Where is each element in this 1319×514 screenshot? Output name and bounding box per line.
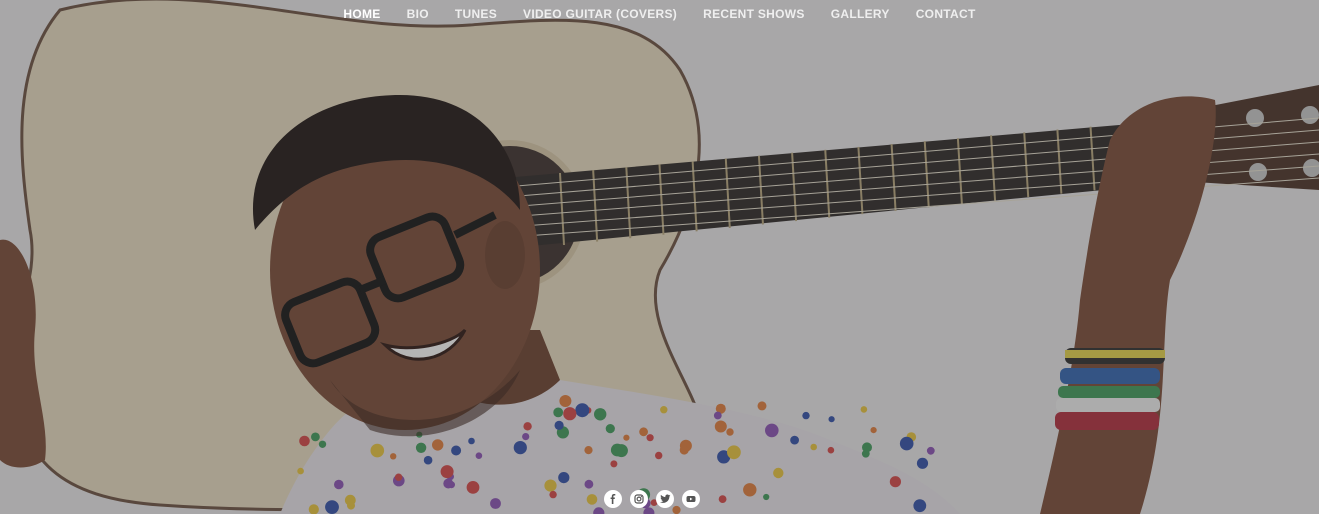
instagram-icon[interactable] xyxy=(630,490,648,508)
facebook-icon[interactable] xyxy=(604,490,622,508)
shirt-flower xyxy=(575,403,590,418)
nav-item-recent-shows[interactable]: RECENT SHOWS xyxy=(703,6,805,22)
shirt-flower xyxy=(584,446,593,455)
youtube-icon[interactable] xyxy=(682,490,700,508)
nav-item-video-guitar-covers[interactable]: VIDEO GUITAR (COVERS) xyxy=(523,6,677,22)
shirt-flower xyxy=(544,479,557,492)
shirt-flower xyxy=(466,481,480,494)
shirt-flower xyxy=(553,407,564,418)
shirt-flower xyxy=(415,442,427,453)
nav-item-bio[interactable]: BIO xyxy=(407,6,429,22)
shirt-flower xyxy=(451,445,462,456)
shirt-flower xyxy=(827,446,835,454)
shirt-flower xyxy=(334,479,344,490)
hero-image xyxy=(0,0,1319,514)
shirt-flower xyxy=(586,494,598,505)
shirt-flower xyxy=(523,422,532,431)
shirt-flower xyxy=(790,435,799,445)
social-links xyxy=(604,490,700,508)
shirt-flower xyxy=(757,401,767,411)
nav-item-gallery[interactable]: GALLERY xyxy=(831,6,890,22)
shirt-flower xyxy=(311,432,320,442)
hero-photo-illustration xyxy=(0,0,1319,514)
shirt-flower xyxy=(584,479,594,489)
shirt-flower xyxy=(443,478,454,489)
shirt-flower xyxy=(655,451,663,460)
shirt-flower xyxy=(727,445,741,460)
shirt-flower xyxy=(394,473,403,481)
shirt-flower xyxy=(554,420,564,430)
shirt-flower xyxy=(490,498,501,509)
shirt-flower xyxy=(646,434,654,442)
shirt-flower xyxy=(765,423,779,438)
shirt-flower xyxy=(440,465,454,479)
shirt-flower xyxy=(549,490,557,499)
main-navigation: HOME BIO TUNES VIDEO GUITAR (COVERS) REC… xyxy=(0,6,1319,22)
shirt-flower xyxy=(713,411,722,420)
shirt-flower xyxy=(559,395,572,407)
shirt-flower xyxy=(773,467,784,479)
shirt-flower xyxy=(763,493,770,501)
shirt-flower xyxy=(623,434,630,441)
shirt-flower xyxy=(926,446,935,455)
nav-item-home[interactable]: HOME xyxy=(343,6,380,22)
shirt-flower xyxy=(347,501,355,510)
shirt-flower xyxy=(828,416,835,423)
shirt-flower xyxy=(475,452,483,460)
shirt-flower xyxy=(714,420,727,433)
shirt-flower xyxy=(810,443,817,451)
shirt-flower xyxy=(563,407,577,421)
shirt-flower xyxy=(614,444,628,458)
shirt-flower xyxy=(325,500,339,514)
shirt-flower xyxy=(726,428,734,436)
shirt-flower xyxy=(639,427,648,437)
shirt-flower xyxy=(299,435,310,447)
shirt-flower xyxy=(862,442,872,453)
twitter-icon[interactable] xyxy=(656,490,674,508)
shirt-flower xyxy=(802,411,810,420)
shirt-flower xyxy=(718,495,727,503)
shirt-flower xyxy=(913,499,927,513)
shirt-flower xyxy=(679,445,689,455)
nav-item-contact[interactable]: CONTACT xyxy=(916,6,976,22)
shirt-flower xyxy=(513,441,527,455)
shirt-flower xyxy=(522,433,530,441)
shirt-flower xyxy=(432,439,444,451)
shirt-flower xyxy=(889,476,902,488)
shirt-flower xyxy=(423,455,433,465)
shirt-flower xyxy=(558,472,570,484)
shirt-flower xyxy=(743,483,757,497)
shirt-flower xyxy=(870,427,877,434)
shirt-flower xyxy=(916,457,929,469)
shirt-flower xyxy=(390,453,397,460)
shirt-flower xyxy=(860,406,868,413)
shirt-flower xyxy=(660,406,668,414)
shirt-flower xyxy=(610,460,618,468)
shirt-flower xyxy=(468,437,475,445)
shirt-flower xyxy=(297,467,304,475)
shirt-flower xyxy=(318,440,327,448)
wristbands xyxy=(1055,348,1165,430)
shirt-flower xyxy=(594,408,607,421)
shirt-flower xyxy=(370,443,385,458)
nav-item-tunes[interactable]: TUNES xyxy=(455,6,497,22)
shirt-flower xyxy=(899,436,914,451)
shirt-flower xyxy=(605,424,615,434)
